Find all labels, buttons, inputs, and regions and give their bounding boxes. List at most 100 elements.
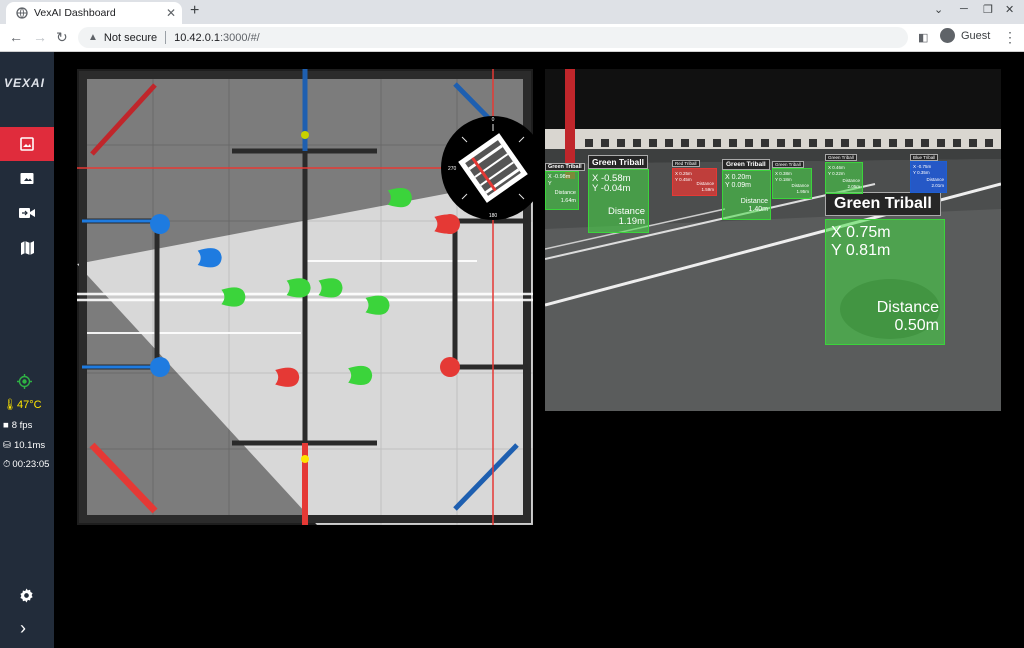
settings-icon[interactable]: [19, 588, 34, 608]
nav-image[interactable]: [0, 127, 54, 161]
detection-box: X 0.38m Y 0.18m Distance 1.95m: [772, 168, 812, 199]
detection-label: Green Triball: [722, 159, 770, 170]
detection-label: Blue Triball: [910, 154, 939, 161]
uptime-stat: ⏱ 00:23:05: [3, 459, 49, 470]
close-window-icon[interactable]: ✕: [1005, 3, 1014, 16]
detection-box: X -0.75m Y 0.35m Distance 2.01m: [910, 161, 947, 193]
nav-map[interactable]: [0, 231, 54, 265]
gps-status-icon: [17, 374, 32, 394]
detection-label: Green Triball: [588, 155, 648, 169]
detection-y: Y: [548, 181, 552, 187]
detection-label: Green Triball: [825, 192, 941, 216]
new-tab-button[interactable]: +: [190, 2, 199, 20]
forward-icon[interactable]: →: [33, 29, 47, 45]
camera-icon: [20, 172, 34, 184]
detection-box: X 0.20m Y 0.09m Distance 1.40m: [722, 170, 771, 220]
detection-y: Y 0.45m: [675, 177, 692, 182]
nav-camera[interactable]: [0, 161, 54, 195]
browser-toolbar: ← → ↻ ▲ Not secure 10.42.0.1:3000/#/ ◧ G…: [0, 24, 1024, 52]
fps-stat: ■ 8 fps: [3, 420, 32, 431]
detection-distance: 2.05m: [847, 184, 860, 189]
compass-west: 270: [448, 166, 457, 172]
detection-distance-label: Distance: [791, 183, 809, 188]
nav-video[interactable]: [0, 196, 54, 230]
red-triball-marker: [275, 367, 300, 387]
minimize-icon[interactable]: ─: [960, 3, 968, 15]
tab-title: VexAI Dashboard: [34, 7, 116, 19]
profile-name: Guest: [961, 29, 991, 42]
detection-x: X 0.38m: [775, 171, 792, 176]
video-icon: ■: [3, 420, 9, 431]
url-path: :3000/#/: [219, 31, 260, 44]
detection-distance-label: Distance: [926, 177, 944, 182]
green-triball-marker: [348, 365, 373, 386]
reload-icon[interactable]: ↻: [56, 29, 68, 46]
back-icon[interactable]: ←: [9, 29, 23, 45]
browser-tab-strip: VexAI Dashboard ✕ + ⌄ ─ ❐ ✕: [0, 0, 1024, 24]
stopwatch-icon: ⏱: [3, 459, 11, 470]
compass-south: 180: [489, 213, 498, 219]
green-triball-marker: [318, 278, 343, 298]
detection-y: Y 0.35m: [913, 170, 930, 175]
detection-distance: 1.59m: [701, 187, 714, 192]
detection-x: X 0.75m: [831, 224, 891, 241]
camera-feed[interactable]: X 0.75m Y 0.81m Distance 0.50m Green Tri…: [545, 69, 1001, 411]
detection-distance: 0.50m: [894, 317, 939, 334]
field-map[interactable]: 0 90 180 270: [77, 69, 533, 525]
field-map-canvas: 0 90 180 270: [77, 69, 533, 525]
green-triball-marker: [221, 287, 246, 307]
latency-value: 10.1ms: [13, 440, 46, 451]
globe-icon: [16, 7, 28, 19]
detection-y: Y 0.22m: [828, 171, 845, 176]
warning-icon: ▲: [88, 32, 98, 43]
detection-label: Green Triball: [825, 154, 857, 161]
menu-dots-icon[interactable]: ⋮: [1003, 29, 1017, 46]
restore-icon[interactable]: ❐: [983, 3, 993, 16]
green-triball-marker: [387, 187, 412, 208]
sidebar: VEXAI 🌡 47°C ■ 8 fps ⛁ 10.1ms ⏱ 00:23:05…: [0, 52, 54, 648]
detection-box: X -0.58m Y -0.04m Distance 1.19m: [588, 169, 649, 233]
detection-y: Y 0.09m: [725, 182, 751, 189]
green-triball-marker: [365, 295, 390, 315]
side-panel-icon[interactable]: ◧: [918, 31, 928, 44]
temperature-value: 47°C: [16, 398, 42, 411]
security-status: Not secure: [103, 31, 158, 44]
detection-box: X 0.75m Y 0.81m Distance 0.50m: [825, 219, 945, 345]
detection-y: Y 0.81m: [831, 242, 891, 259]
vexai-logo: VEXAI: [4, 76, 46, 90]
detection-distance-label: Distance: [740, 198, 768, 205]
detection-label: Green Triball: [772, 161, 804, 168]
detection-box: X 0.25m Y 0.45m Distance 1.59m: [672, 168, 717, 196]
url-host: 10.42.0.1: [174, 31, 220, 44]
detection-distance: 1.40m: [748, 206, 768, 213]
close-tab-icon[interactable]: ✕: [166, 6, 176, 20]
detection-label: Red Triball: [672, 160, 700, 167]
compass-north: 0: [492, 117, 495, 123]
detection-box: X -0.98m Y Distance 1.64m: [545, 171, 579, 210]
detection-y: Y 0.18m: [775, 177, 792, 182]
temperature-stat: 🌡 47°C: [3, 398, 42, 412]
blue-triball-marker: [197, 248, 222, 268]
avatar-icon: [940, 28, 955, 43]
detection-x: X -0.75m: [913, 164, 932, 169]
detection-distance: 1.19m: [618, 216, 645, 227]
detection-x: X 0.25m: [675, 171, 692, 176]
detection-distance-label: Distance: [842, 178, 860, 183]
detection-x: X -0.98m: [548, 174, 571, 180]
detection-distance: 1.64m: [560, 198, 576, 204]
detection-distance-label: Distance: [554, 190, 576, 196]
address-bar[interactable]: ▲ Not secure 10.42.0.1:3000/#/: [78, 27, 908, 48]
profile-button[interactable]: Guest: [940, 28, 990, 43]
detection-x: X 0.20m: [725, 174, 752, 181]
detection-distance: 2.01m: [931, 183, 944, 188]
browser-tab[interactable]: VexAI Dashboard ✕: [6, 2, 182, 24]
chevron-down-icon[interactable]: ⌄: [934, 3, 943, 16]
uptime-value: 00:23:05: [12, 459, 50, 470]
expand-chevron-icon[interactable]: ›: [20, 618, 26, 639]
latency-stat: ⛁ 10.1ms: [3, 440, 45, 451]
green-triball-marker: [286, 278, 311, 298]
image-icon: [20, 137, 34, 151]
detection-label: Green Triball: [545, 163, 585, 171]
thermometer-icon: 🌡: [3, 399, 17, 411]
url-separator: [165, 31, 167, 44]
